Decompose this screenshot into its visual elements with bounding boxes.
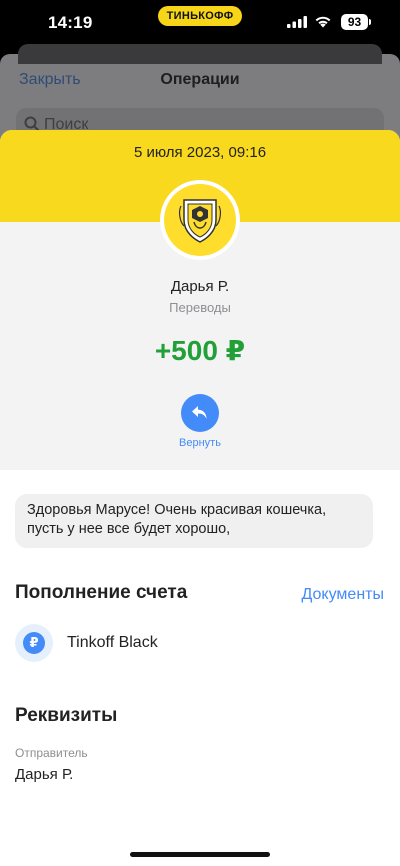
background-title: Операции (160, 71, 240, 88)
details-title: Реквизиты (15, 705, 118, 726)
account-icon: ₽ (15, 624, 53, 662)
operation-amount: +500 ₽ (154, 335, 246, 366)
return-button[interactable] (181, 394, 219, 432)
replenishment-title: Пополнение счета (15, 582, 188, 603)
operation-card: 5 июля 2023, 09:16 Дарья Р. Переводы +50… (0, 130, 400, 866)
message-bubble: Здоровья Марусе! Очень красивая кошечка,… (15, 494, 373, 548)
return-arrow-icon (192, 406, 207, 419)
carrier-pill: ТИНЬКОФФ (158, 6, 242, 26)
account-name[interactable]: Tinkoff Black (67, 634, 158, 652)
documents-link[interactable]: Документы (302, 586, 384, 604)
operation-category: Переводы (169, 300, 231, 315)
status-time: 14:19 (48, 13, 93, 32)
sender-name: Дарья Р. (170, 278, 230, 295)
background-sheet-edge (18, 44, 382, 64)
wifi-icon (315, 16, 331, 28)
ruble-icon: ₽ (23, 632, 45, 654)
sender-field-value: Дарья Р. (15, 766, 74, 783)
return-label[interactable]: Вернуть (0, 437, 400, 449)
signal-icon (287, 16, 307, 28)
home-indicator[interactable] (130, 852, 270, 857)
operation-date: 5 июля 2023, 09:16 (133, 144, 267, 161)
battery-icon: 93 (341, 14, 371, 30)
status-bar: 14:19 ТИНЬКОФФ 93 (0, 0, 400, 46)
sender-field-label: Отправитель (15, 746, 88, 760)
bank-logo-icon (164, 184, 236, 256)
